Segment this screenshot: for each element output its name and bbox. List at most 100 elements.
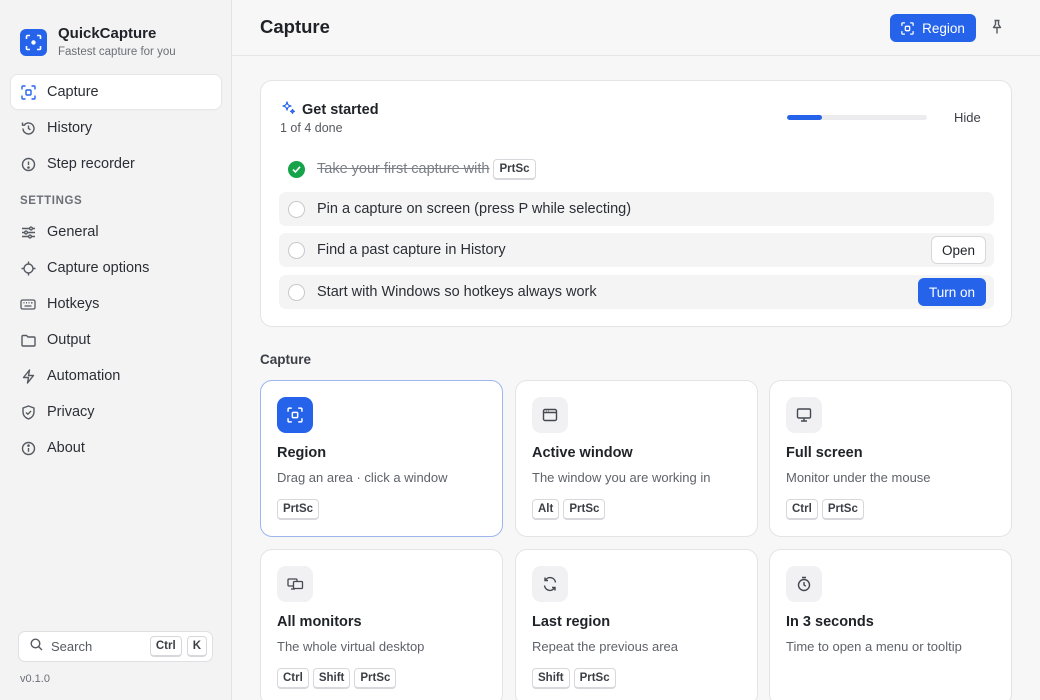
app-name: QuickCapture (58, 25, 157, 42)
app-version: v0.1.0 (20, 673, 50, 685)
brand: QuickCapture Fastest capture for you (20, 25, 176, 60)
capture-icon (20, 84, 36, 100)
shield-icon (20, 404, 36, 420)
region-icon (901, 21, 914, 35)
info-icon (20, 440, 36, 456)
sidebar-item-label: Step recorder (47, 156, 135, 172)
tile-description: The whole virtual desktop (277, 639, 425, 654)
sidebar-item-label: Hotkeys (47, 296, 100, 312)
progress-text: 1 of 4 done (280, 121, 343, 135)
task-text: Take your first capture with (317, 161, 490, 177)
sidebar-item-label: About (47, 440, 85, 456)
get-started-title: Get started (302, 102, 379, 118)
hide-button[interactable]: Hide (954, 110, 981, 125)
open-history-button[interactable]: Open (930, 236, 986, 264)
folder-icon (20, 332, 36, 348)
task-checkbox[interactable] (288, 200, 305, 218)
tile-shortcut: Ctrl Shift PrtSc (277, 668, 397, 689)
task-text: Find a past capture in History (317, 242, 506, 258)
capture-tile-all-monitors[interactable]: All monitors The whole virtual desktop C… (260, 549, 503, 700)
sidebar-item-output[interactable]: Output (11, 323, 221, 357)
settings-section-label: SETTINGS (20, 195, 83, 207)
capture-tile-region[interactable]: Region Drag an area · click a window Prt… (260, 380, 503, 537)
get-started-card: Get started 1 of 4 done Hide Take your f… (260, 80, 1012, 327)
sidebar-item-step-recorder[interactable]: Step recorder (11, 147, 221, 181)
tile-shortcut: Alt PrtSc (532, 499, 606, 520)
monitor-icon (786, 397, 822, 433)
tile-title: All monitors (277, 614, 362, 630)
window-icon (532, 397, 568, 433)
task-text: Start with Windows so hotkeys always wor… (317, 284, 597, 300)
sidebar-item-label: Privacy (47, 404, 95, 420)
tile-shortcut: Ctrl PrtSc (786, 499, 864, 520)
shortcut-key: PrtSc (493, 158, 536, 180)
sidebar-item-hotkeys[interactable]: Hotkeys (11, 287, 221, 321)
sidebar-item-label: General (47, 224, 99, 240)
shortcut-key: PrtSc (277, 499, 320, 520)
tile-title: In 3 seconds (786, 614, 874, 630)
sidebar-item-history[interactable]: History (11, 111, 221, 145)
shortcut-key: Ctrl (277, 668, 309, 689)
page-header: Capture Region (232, 0, 1040, 56)
pin-icon[interactable] (990, 19, 1004, 40)
sidebar: QuickCapture Fastest capture for you Cap… (0, 0, 232, 700)
sidebar-item-about[interactable]: About (11, 431, 221, 465)
history-icon (20, 120, 36, 136)
sidebar-item-privacy[interactable]: Privacy (11, 395, 221, 429)
shortcut-key: Shift (312, 668, 351, 689)
search-button[interactable]: Search Ctrl K (18, 631, 213, 662)
keyboard-icon (20, 296, 36, 312)
tile-description: Drag an area · click a window (277, 470, 448, 485)
sidebar-item-label: History (47, 120, 93, 136)
capture-tile-active-window[interactable]: Active window The window you are working… (515, 380, 758, 537)
task-item: Find a past capture in History Open (279, 233, 994, 267)
capture-tile-full-screen[interactable]: Full screen Monitor under the mouse Ctrl… (769, 380, 1012, 537)
timer-icon (786, 566, 822, 602)
sidebar-item-label: Capture options (47, 260, 150, 276)
sidebar-item-automation[interactable]: Automation (11, 359, 221, 393)
tile-title: Region (277, 445, 327, 461)
progress-fill (787, 115, 822, 120)
region-capture-button[interactable]: Region (890, 14, 976, 42)
shortcut-key: Ctrl (149, 636, 182, 657)
turn-on-startup-button[interactable]: Turn on (917, 278, 986, 306)
tile-title: Active window (532, 445, 633, 461)
sliders-icon (20, 224, 36, 240)
repeat-icon (532, 566, 568, 602)
shortcut-key: Alt (532, 499, 560, 520)
app-logo-icon (20, 29, 47, 56)
capture-tile-delayed[interactable]: In 3 seconds Time to open a menu or tool… (769, 549, 1012, 700)
tile-description: Repeat the previous area (532, 639, 678, 654)
capture-tile-last-region[interactable]: Last region Repeat the previous area Shi… (515, 549, 758, 700)
step-recorder-icon (20, 156, 36, 172)
page-title: Capture (260, 16, 330, 37)
shortcut-key: PrtSc (573, 668, 616, 689)
shortcut-key: PrtSc (563, 499, 606, 520)
region-icon (277, 397, 313, 433)
sidebar-item-general[interactable]: General (11, 215, 221, 249)
check-icon (288, 160, 305, 178)
tile-shortcut: Shift PrtSc (532, 668, 616, 689)
tile-title: Last region (532, 614, 611, 630)
task-text: Pin a capture on screen (press P while s… (317, 201, 632, 217)
sparkle-icon (281, 100, 296, 120)
sidebar-item-capture[interactable]: Capture (11, 75, 221, 109)
sidebar-item-label: Automation (47, 368, 121, 384)
shortcut-key: PrtSc (354, 668, 397, 689)
tile-shortcut: PrtSc (277, 499, 320, 520)
tile-description: Monitor under the mouse (786, 470, 931, 485)
progress-bar (787, 115, 927, 120)
task-item: Start with Windows so hotkeys always wor… (279, 275, 994, 309)
sidebar-item-capture-options[interactable]: Capture options (11, 251, 221, 285)
task-checkbox[interactable] (288, 241, 305, 259)
shortcut-key: Ctrl (786, 499, 818, 520)
tile-description: Time to open a menu or tooltip (786, 639, 962, 654)
sidebar-item-label: Capture (47, 84, 99, 100)
task-checkbox[interactable] (288, 283, 305, 301)
search-icon (30, 637, 43, 656)
bolt-icon (20, 368, 36, 384)
app-tagline: Fastest capture for you (58, 46, 176, 58)
region-button-label: Region (922, 20, 965, 36)
task-item: Take your first capture with PrtSc (279, 152, 994, 186)
shortcut-key: Shift (532, 668, 570, 689)
